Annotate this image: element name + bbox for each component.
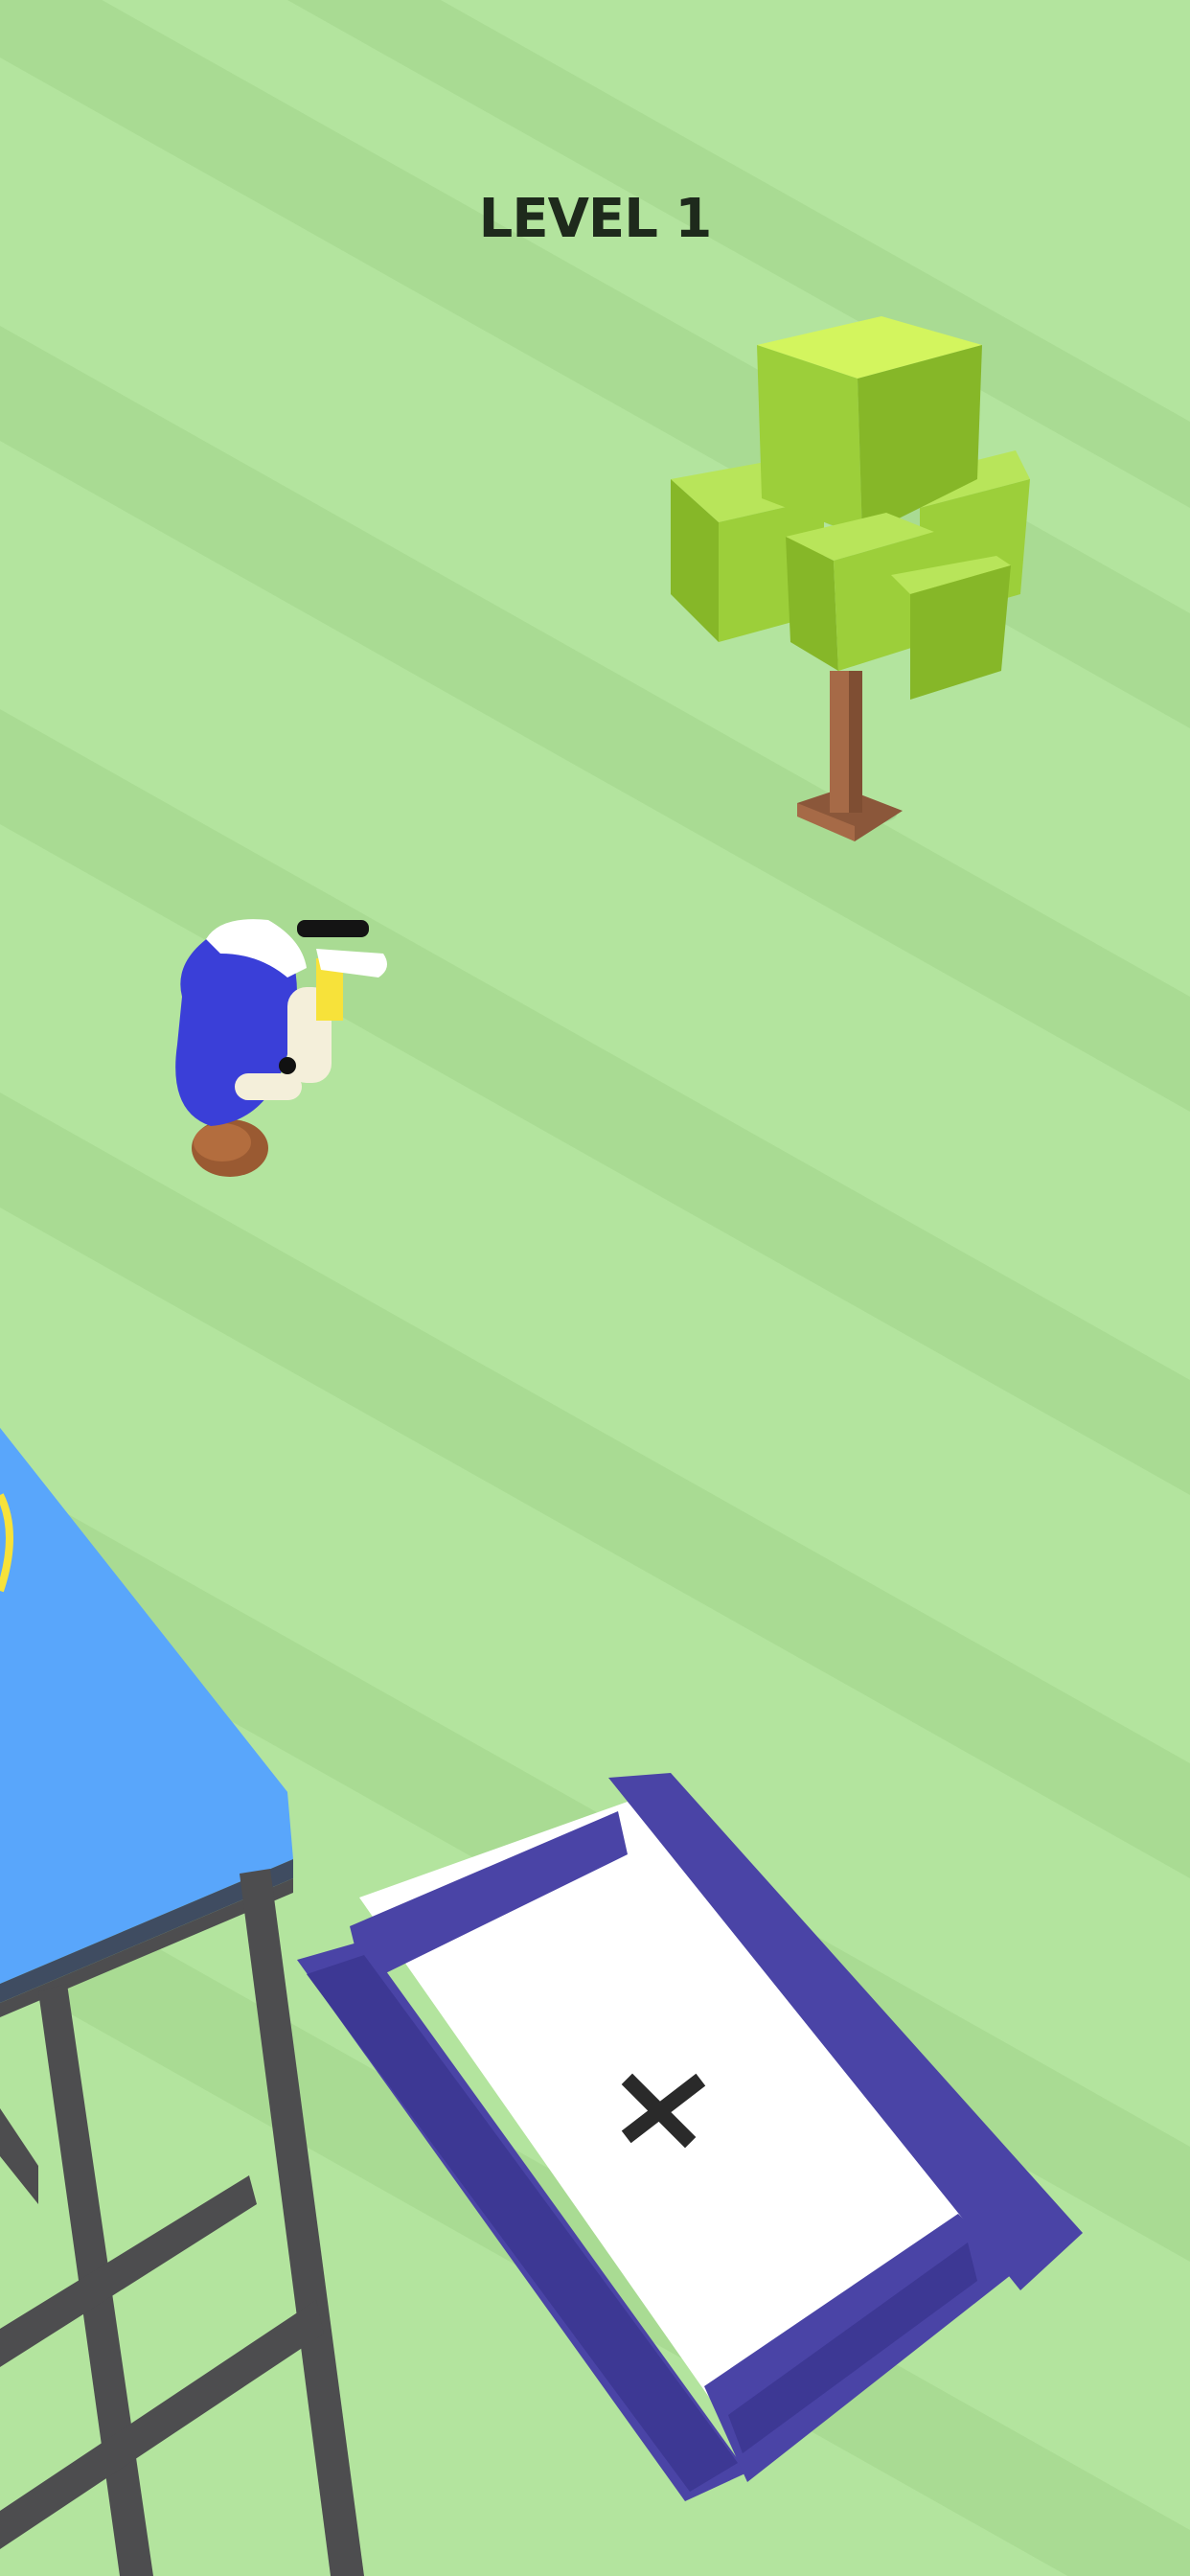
level-indicator: LEVEL 1 (478, 188, 713, 250)
game-scene[interactable]: LEVEL 1 (0, 0, 1190, 2576)
game-world (0, 0, 1190, 2576)
